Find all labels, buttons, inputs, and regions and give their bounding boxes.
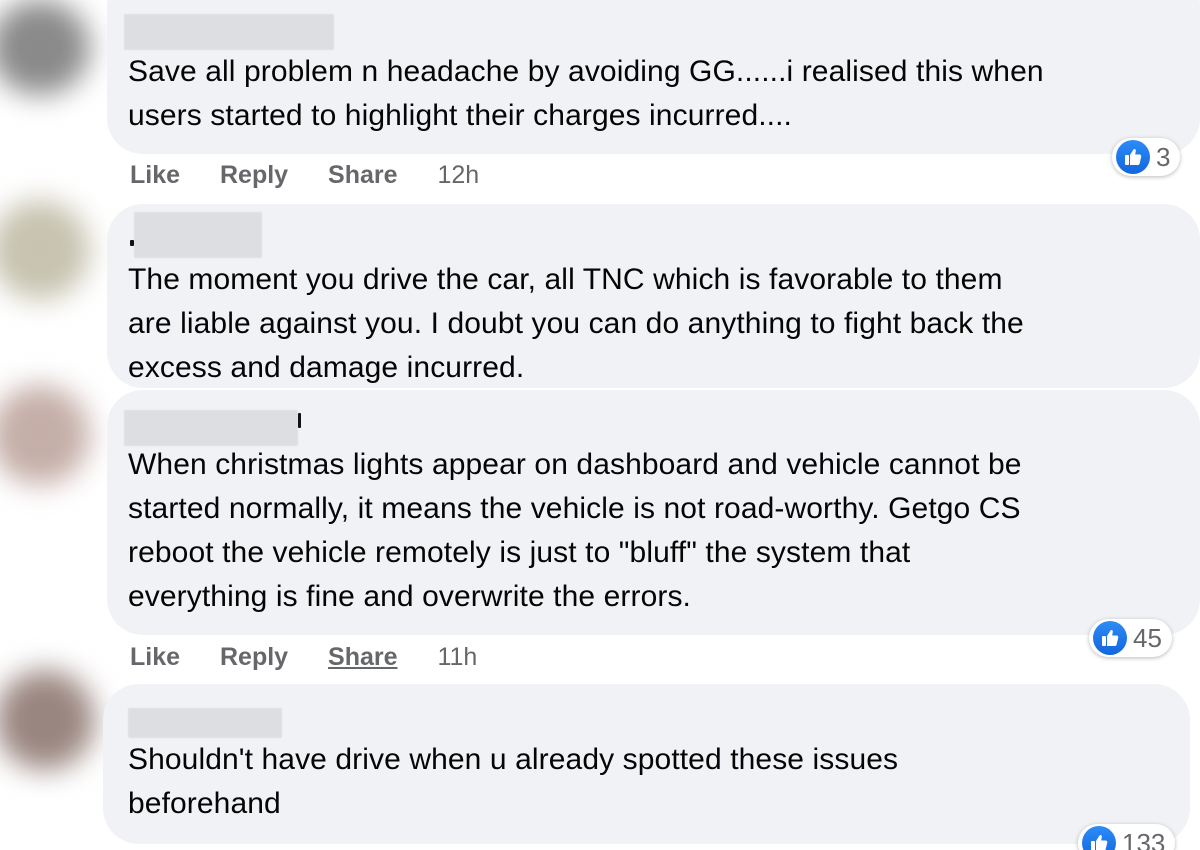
reaction-count[interactable]: 45: [1089, 619, 1172, 657]
like-button[interactable]: Like: [130, 642, 180, 672]
comment-text-line: everything is fine and overwrite the err…: [128, 580, 691, 613]
like-button[interactable]: Like: [130, 160, 180, 190]
comment-text: Shouldn't have drive when u already spot…: [128, 738, 898, 826]
name-fragment: [298, 413, 301, 428]
commenter-name[interactable]: [128, 708, 282, 738]
thumbs-up-icon: [1116, 140, 1150, 174]
comment-text-line: started normally, it means the vehicle i…: [128, 492, 1021, 525]
reaction-count-value: 45: [1133, 622, 1162, 653]
avatar[interactable]: [0, 385, 90, 485]
share-button[interactable]: Share: [328, 642, 397, 672]
comment-timestamp[interactable]: 12h: [437, 160, 479, 190]
comment-text-line: The moment you drive the car, all TNC wh…: [128, 263, 1003, 296]
reply-button[interactable]: Reply: [220, 160, 288, 190]
reaction-count[interactable]: 3: [1112, 138, 1181, 176]
comment-text-line: excess and damage incurred.: [128, 351, 525, 384]
reply-button[interactable]: Reply: [220, 642, 288, 672]
comment-text-line: Save all problem n headache by avoiding …: [128, 55, 1044, 88]
comment-text-line: reboot the vehicle remotely is just to "…: [128, 536, 911, 569]
commenter-name[interactable]: [134, 212, 262, 258]
avatar[interactable]: [0, 0, 90, 95]
comment-actions: Like Reply Share 12h: [130, 160, 479, 190]
avatar[interactable]: [0, 670, 95, 770]
commenter-name[interactable]: [124, 410, 298, 446]
comment-text-line: Shouldn't have drive when u already spot…: [128, 743, 899, 776]
comment-actions: Like Reply Share 11h: [130, 642, 477, 672]
comment-text: When christmas lights appear on dashboar…: [128, 443, 1022, 619]
reaction-count-value: 3: [1156, 141, 1171, 172]
comment-text: The moment you drive the car, all TNC wh…: [128, 258, 1024, 390]
commenter-name[interactable]: [124, 14, 334, 50]
comment-text-line: users started to highlight their charges…: [128, 99, 792, 132]
reaction-count[interactable]: 133: [1078, 824, 1176, 850]
comment-thread: Save all problem n headache by avoiding …: [0, 0, 1200, 850]
avatar[interactable]: [0, 200, 90, 300]
thumbs-up-icon: [1093, 621, 1127, 655]
comment-text-line: beforehand: [128, 787, 281, 820]
name-fragment: [130, 240, 134, 246]
comment-text-line: When christmas lights appear on dashboar…: [128, 448, 1022, 481]
comment-text-line: are liable against you. I doubt you can …: [128, 307, 1024, 340]
comment-timestamp[interactable]: 11h: [437, 642, 477, 672]
comment-text: Save all problem n headache by avoiding …: [128, 50, 1044, 138]
reaction-count-value: 133: [1122, 827, 1166, 850]
share-button[interactable]: Share: [328, 160, 397, 190]
thumbs-up-icon: [1082, 826, 1116, 850]
